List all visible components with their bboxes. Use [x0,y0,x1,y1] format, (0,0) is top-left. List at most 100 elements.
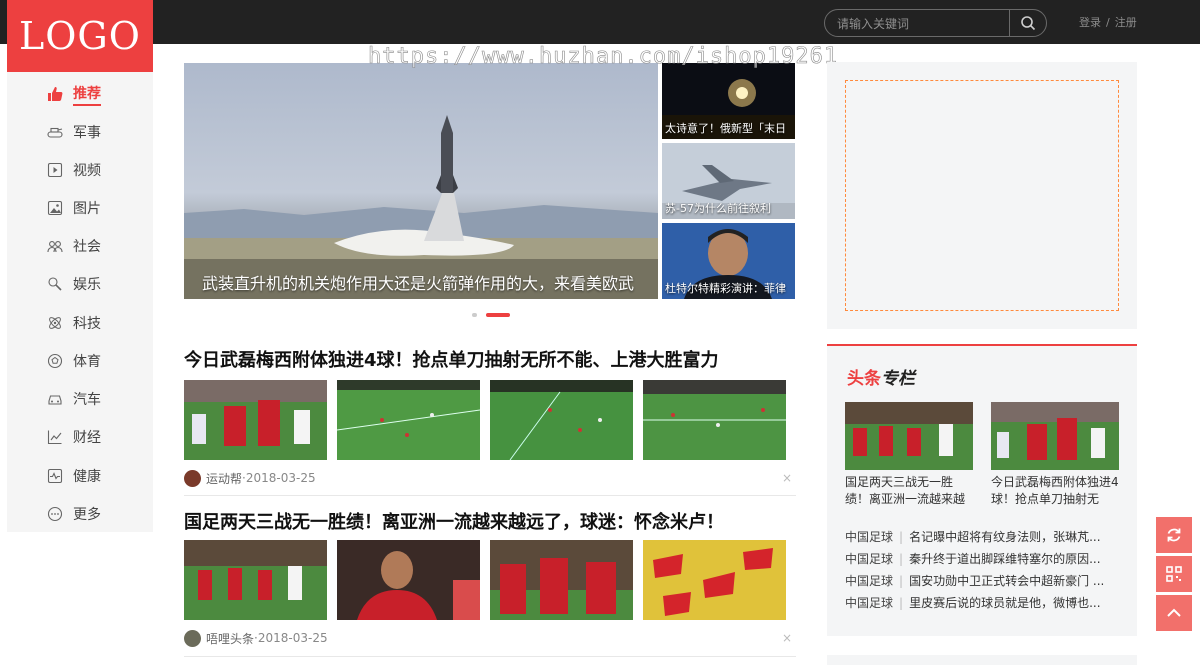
list-bar: | [899,574,904,588]
article-image[interactable] [184,540,327,620]
list-title: 名记曝中超将有纹身法则，张琳芃... [909,530,1101,544]
watermark-text: https://www.huzhan.com/ishop19261 [368,44,839,70]
atom-icon [47,315,63,331]
list-category: 中国足球 [845,552,894,566]
article-item: 今日武磊梅西附体独进4球！抢点单刀抽射无所不能、上港大胜富力 [184,346,796,372]
search-button[interactable] [1011,10,1045,36]
list-category: 中国足球 [845,530,894,544]
sidebar-item-sports[interactable]: 体育 [7,343,153,379]
search-input[interactable] [837,15,1007,32]
sidebar-item-video[interactable]: 视频 [7,152,153,188]
search-box [824,9,1047,37]
play-icon [47,162,63,178]
soccer-photo [337,380,480,460]
category-sidebar: 推荐 军事 视频 图片 社会 娱乐 科技 体育 汽车 财经 健康 更多 [7,72,153,532]
list-item[interactable]: 中国足球 | 名记曝中超将有纹身法则，张琳芃... [845,528,1125,546]
list-item[interactable]: 中国足球 | 里皮赛后说的球员就是他，微博也... [845,594,1125,612]
tank-icon [47,124,63,140]
article-image[interactable] [643,380,786,460]
article-date: 2018-03-25 [257,631,328,645]
register-link[interactable]: 注册 [1115,16,1137,29]
soccer-photo [643,380,786,460]
dismiss-button[interactable]: × [782,631,792,645]
ad-placeholder[interactable] [845,80,1119,311]
soccer-photo [184,540,327,620]
article-source[interactable]: 唔哩头条 [206,630,254,647]
hero-slide[interactable]: 武装直升机的机关炮作用大还是火箭弹作用的大，来看美欧武 [184,63,658,299]
login-link[interactable]: 登录 [1079,16,1101,29]
special-card-title: 国足两天三战无一胜绩！离亚洲一流越来越 [845,475,966,506]
site-logo[interactable]: LOGO [7,0,153,72]
sidebar-item-label: 推荐 [73,83,101,106]
article-image[interactable] [337,540,480,620]
soccer-photo [991,402,1119,470]
sidebar-item-finance[interactable]: 财经 [7,419,153,455]
auth-links: 登录 / 注册 [1079,14,1137,30]
side-thumb-3[interactable]: 杜特尔特精彩演讲：菲律 [662,223,795,299]
article-title[interactable]: 国足两天三战无一胜绩！离亚洲一流越来越远了，球迷：怀念米卢！ [184,508,796,534]
list-title: 国安功勋中卫正式转会中超新豪门 ... [909,574,1105,588]
list-bar: | [899,596,904,610]
slider-dot-1[interactable] [472,313,477,317]
side-thumb-1[interactable]: 太诗意了！俄新型「末日 [662,63,795,139]
sidebar-item-label: 军事 [73,125,101,141]
sidebar-item-society[interactable]: 社会 [7,228,153,264]
qrcode-icon [1166,566,1182,582]
thumbs-up-icon [47,86,63,102]
article-source[interactable]: 运动帮 [206,470,242,487]
next-panel-edge [827,655,1137,665]
list-category: 中国足球 [845,574,894,588]
sidebar-item-tech[interactable]: 科技 [7,305,153,341]
list-bar: | [899,552,904,566]
heading-dark: 专栏 [881,369,915,389]
divider [184,495,796,496]
special-card-image [845,402,973,470]
chart-icon [47,429,63,445]
sidebar-item-label: 体育 [73,354,101,370]
list-title: 里皮赛后说的球员就是他，微博也... [909,596,1101,610]
article-meta: 运动帮 · 2018-03-25 × [184,469,792,487]
article-image[interactable] [643,540,786,620]
special-card[interactable]: 今日武磊梅西附体独进4球！抢点单刀抽射无 [991,402,1119,508]
refresh-button[interactable] [1156,517,1192,553]
special-column: 头条专栏 国足两天三战无一胜绩！离亚洲一流越来越 今日武磊梅西附体独进4球！抢点… [827,344,1137,636]
sidebar-item-entertainment[interactable]: 娱乐 [7,266,153,302]
dismiss-button[interactable]: × [782,471,792,485]
special-heading: 头条专栏 [847,364,915,389]
side-thumb-2[interactable]: 苏-57为什么前往叙利 [662,143,795,219]
back-to-top-button[interactable] [1156,595,1192,631]
article-image[interactable] [184,380,327,460]
heading-red: 头条 [847,369,881,389]
sidebar-item-label: 财经 [73,430,101,446]
article-image[interactable] [337,380,480,460]
article-image[interactable] [490,380,633,460]
avatar [184,469,201,487]
auth-separator: / [1106,16,1110,29]
more-icon [47,506,63,522]
article-title[interactable]: 今日武磊梅西附体独进4球！抢点单刀抽射无所不能、上港大胜富力 [184,346,796,372]
sidebar-item-label: 汽车 [73,392,101,408]
article-image[interactable] [490,540,633,620]
sidebar-item-label: 娱乐 [73,277,101,293]
chevron-up-icon [1167,608,1181,617]
sidebar-item-more[interactable]: 更多 [7,496,153,532]
thumb-caption: 太诗意了！俄新型「末日 [665,122,786,135]
list-item[interactable]: 中国足球 | 国安功勋中卫正式转会中超新豪门 ... [845,572,1125,590]
list-item[interactable]: 中国足球 | 秦升终于道出脚踩维特塞尔的原因... [845,550,1125,568]
sidebar-item-military[interactable]: 军事 [7,114,153,150]
slider-dot-2[interactable] [486,313,510,317]
special-card-image [991,402,1119,470]
car-icon [47,391,63,407]
sidebar-item-pictures[interactable]: 图片 [7,190,153,226]
special-card[interactable]: 国足两天三战无一胜绩！离亚洲一流越来越 [845,402,973,508]
sidebar-item-auto[interactable]: 汽车 [7,381,153,417]
article-images [184,380,796,460]
sidebar-item-label: 科技 [73,316,101,332]
sidebar-item-health[interactable]: 健康 [7,458,153,494]
thumb-caption: 杜特尔特精彩演讲：菲律 [665,282,786,295]
divider [184,656,796,657]
sidebar-item-label: 图片 [73,201,101,217]
sidebar-item-label: 更多 [73,507,101,523]
qrcode-button[interactable] [1156,556,1192,592]
sidebar-item-recommend[interactable]: 推荐 [7,76,153,112]
